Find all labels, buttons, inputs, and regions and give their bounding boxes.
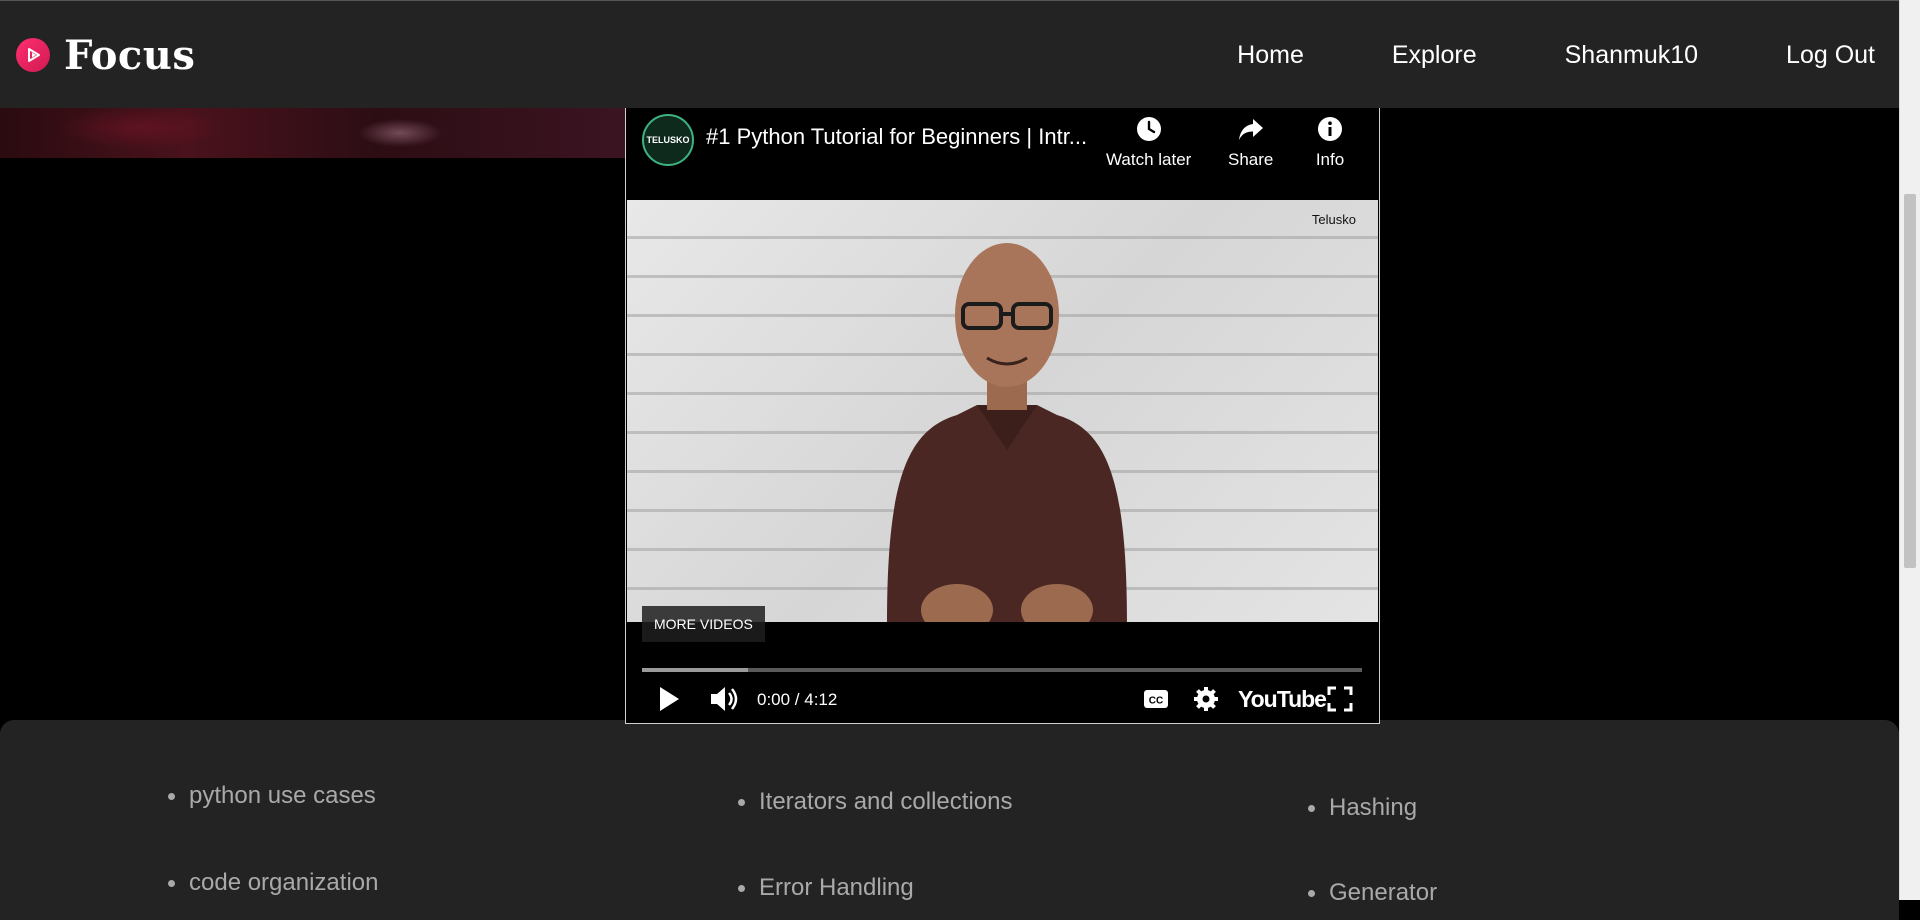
channel-badge-text: TELUSKO [646, 135, 690, 145]
nav-logout-link[interactable]: Log Out [1786, 41, 1875, 70]
bullet [1308, 889, 1315, 897]
topic-label: Hashing [1329, 794, 1418, 821]
bullet [1308, 804, 1315, 812]
topic-item[interactable]: python use cases [168, 782, 376, 810]
bullet [738, 798, 745, 806]
share-arrow-icon [1238, 119, 1263, 140]
embedded-video-player[interactable]: TELUSKO #1 Python Tutorial for Beginners… [625, 108, 1380, 724]
player-header: TELUSKO #1 Python Tutorial for Beginners… [626, 108, 1379, 200]
topic-item[interactable]: Iterators and collections [738, 788, 1012, 816]
info-button[interactable]: Info [1315, 114, 1345, 170]
info-label: Info [1315, 150, 1345, 169]
topic-item[interactable]: Generator [1308, 879, 1437, 907]
video-title[interactable]: #1 Python Tutorial for Beginners | Intr.… [706, 124, 1106, 150]
youtube-logo[interactable]: YouTube [1238, 686, 1327, 713]
captions-icon[interactable]: CC [1142, 684, 1170, 714]
nav-home-link[interactable]: Home [1237, 41, 1304, 70]
topics-panel: python use cases code organization Itera… [0, 720, 1899, 920]
settings-gear-icon[interactable] [1192, 684, 1220, 714]
nav-explore-link[interactable]: Explore [1392, 41, 1477, 70]
nav-links: Home Explore Shanmuk10 Log Out [1149, 1, 1875, 109]
topic-label: Error Handling [759, 874, 914, 901]
topic-item[interactable]: code organization [168, 869, 378, 897]
presenter-figure [887, 243, 1127, 622]
play-icon[interactable] [656, 684, 682, 714]
scrollbar-thumb[interactable] [1904, 194, 1916, 568]
watch-later-label: Watch later [1106, 150, 1192, 169]
progress-buffered [642, 668, 748, 672]
volume-icon[interactable] [708, 684, 740, 714]
topic-label: Iterators and collections [759, 788, 1013, 815]
bullet [738, 884, 745, 892]
bullet [168, 879, 175, 887]
more-videos-button[interactable]: MORE VIDEOS [642, 606, 765, 642]
player-controls: 0:00 / 4:12 CC YouTube [626, 680, 1379, 720]
clock-icon [1136, 117, 1161, 141]
fullscreen-icon[interactable] [1326, 684, 1354, 714]
video-frame[interactable]: Telusko [627, 200, 1378, 622]
topic-label: code organization [189, 869, 379, 896]
svg-text:CC: CC [1149, 696, 1163, 707]
share-label: Share [1228, 150, 1274, 169]
watch-later-button[interactable]: Watch later [1106, 114, 1191, 170]
share-button[interactable]: Share [1228, 114, 1273, 170]
time-display: 0:00 / 4:12 [757, 690, 838, 709]
progress-bar[interactable] [642, 668, 1362, 672]
hero-background-image [0, 108, 626, 158]
channel-avatar[interactable]: TELUSKO [642, 114, 694, 166]
page-scrollbar[interactable] [1899, 0, 1920, 900]
topic-item[interactable]: Error Handling [738, 874, 914, 902]
topic-item[interactable]: Hashing [1308, 794, 1417, 822]
info-icon [1318, 117, 1342, 141]
brand[interactable]: Focus [16, 23, 195, 87]
channel-watermark: Telusko [1311, 212, 1356, 227]
topic-label: Generator [1329, 879, 1438, 906]
topic-label: python use cases [189, 782, 376, 809]
nav-user-link[interactable]: Shanmuk10 [1565, 41, 1698, 70]
top-navbar: Focus Home Explore Shanmuk10 Log Out [0, 0, 1899, 108]
play-logo-icon [16, 38, 50, 72]
bullet [168, 792, 175, 800]
brand-name: Focus [64, 31, 196, 79]
